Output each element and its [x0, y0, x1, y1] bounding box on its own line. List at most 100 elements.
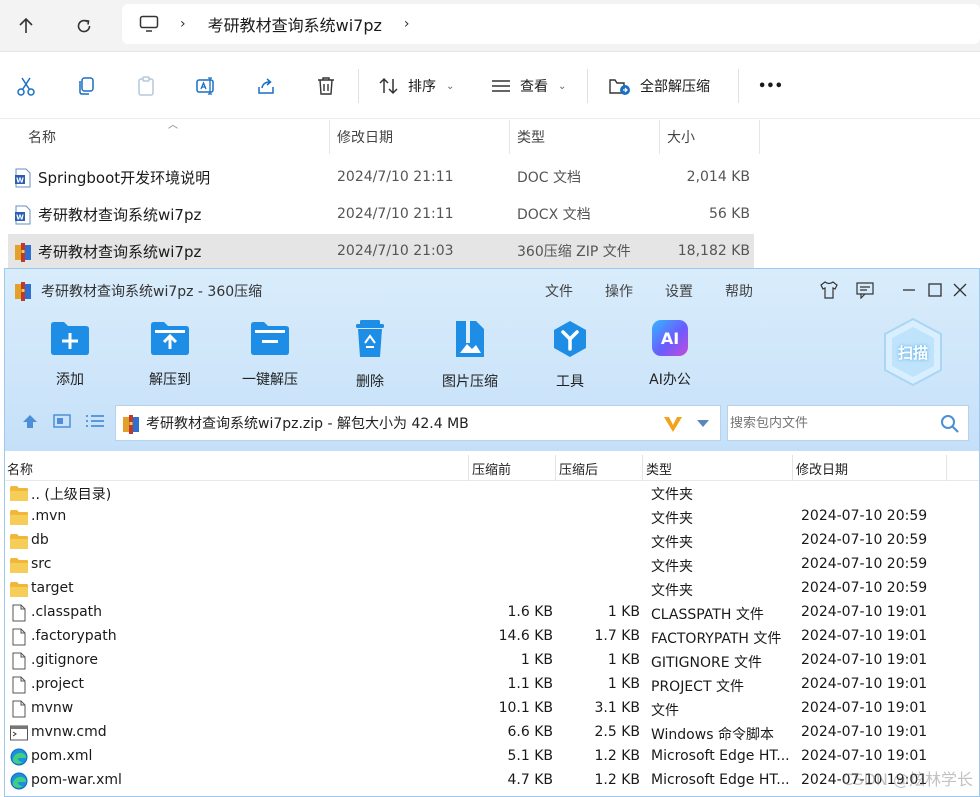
- file-icon: [9, 604, 29, 622]
- file-type: DOCX 文档: [517, 207, 591, 223]
- entry-type: 文件: [651, 703, 679, 719]
- column-header-after[interactable]: 压缩后: [559, 459, 598, 478]
- v-brand-icon[interactable]: [662, 414, 684, 434]
- view-button[interactable]: 查看 ⌄: [490, 71, 566, 101]
- column-divider[interactable]: [659, 120, 660, 154]
- skin-shirt-icon[interactable]: [818, 279, 840, 301]
- file-row-selected[interactable]: 考研教材查询系统wi7pz 2024/7/10 21:03 360压缩 ZIP …: [8, 234, 754, 268]
- archive-path-field[interactable]: 考研教材查询系统wi7pz.zip - 解包大小为 42.4 MB: [115, 405, 721, 441]
- entry-type: CLASSPATH 文件: [651, 607, 764, 623]
- column-divider[interactable]: [468, 455, 469, 481]
- archive-file-row[interactable]: pom.xml 5.1 KB 1.2 KB Microsoft Edge HT... 2…: [5, 745, 979, 769]
- toolbar-label: 删除: [356, 374, 384, 390]
- entry-type: 文件夹: [651, 535, 693, 551]
- menu-help[interactable]: 帮助: [725, 281, 753, 301]
- archive-folder-row[interactable]: src 文件夹 2024-07-10 20:59: [5, 553, 979, 577]
- thumbnail-view-icon[interactable]: [53, 413, 71, 433]
- entry-type: PROJECT 文件: [651, 679, 744, 695]
- archive-folder-row[interactable]: target 文件夹 2024-07-10 20:59: [5, 577, 979, 601]
- extract-to-button[interactable]: 解压到: [125, 319, 215, 389]
- column-header-type[interactable]: 类型: [517, 120, 545, 154]
- archive-file-row[interactable]: .project 1.1 KB 1 KB PROJECT 文件 2024-07-10 1…: [5, 673, 979, 697]
- archive-folder-row[interactable]: .. (上级目录) 文件夹: [5, 481, 979, 505]
- edge-icon: [9, 772, 29, 790]
- column-divider[interactable]: [792, 455, 793, 481]
- command-bar: 排序 ⌄ 查看 ⌄ 全部解压缩 •••: [0, 53, 980, 119]
- archive-file-row[interactable]: mvnw.cmd 6.6 KB 2.5 KB Windows 命令脚本 2024-07-…: [5, 721, 979, 745]
- column-divider[interactable]: [642, 455, 643, 481]
- sort-button[interactable]: 排序 ⌄: [378, 71, 454, 101]
- share-icon[interactable]: [253, 73, 279, 99]
- column-divider[interactable]: [329, 120, 330, 154]
- minimize-icon[interactable]: [898, 279, 920, 301]
- archive-folder-row[interactable]: db 文件夹 2024-07-10 20:59: [5, 529, 979, 553]
- address-bar[interactable]: › 考研教材查询系统wi7pz ›: [122, 4, 980, 44]
- ai-office-button[interactable]: AI AI办公: [625, 319, 715, 389]
- sort-label: 排序: [408, 79, 436, 95]
- divider: [738, 69, 739, 103]
- entry-size-before: 14.6 KB: [498, 628, 553, 644]
- menu-settings[interactable]: 设置: [665, 281, 693, 301]
- chevron-right-icon[interactable]: ›: [180, 16, 186, 32]
- toolbar-label: 一键解压: [242, 372, 298, 388]
- file-name: 考研教材查询系统wi7pz: [38, 205, 202, 224]
- column-divider[interactable]: [946, 455, 947, 481]
- column-header-modified[interactable]: 修改日期: [796, 459, 848, 478]
- monitor-icon: [138, 13, 160, 35]
- column-header-name[interactable]: 名称: [28, 120, 56, 154]
- entry-name: .project: [31, 676, 85, 692]
- up-level-icon[interactable]: [21, 413, 39, 433]
- image-compress-button[interactable]: 图片压缩: [425, 319, 515, 390]
- archive-file-row[interactable]: pom-war.xml 4.7 KB 1.2 KB Microsoft Edge HT…: [5, 769, 979, 793]
- column-divider[interactable]: [509, 120, 510, 154]
- paste-icon: [133, 73, 159, 99]
- extract-all-button[interactable]: 全部解压缩: [608, 71, 710, 101]
- cut-icon[interactable]: [13, 73, 39, 99]
- feedback-icon[interactable]: [854, 279, 876, 301]
- column-divider[interactable]: [759, 120, 760, 154]
- path-row: 考研教材查询系统wi7pz.zip - 解包大小为 42.4 MB: [5, 401, 979, 441]
- column-divider[interactable]: [555, 455, 556, 481]
- copy-icon[interactable]: [73, 73, 99, 99]
- rename-icon[interactable]: [193, 73, 219, 99]
- entry-size-after: 2.5 KB: [594, 724, 641, 740]
- column-header-type[interactable]: 类型: [646, 459, 672, 478]
- menu-operation[interactable]: 操作: [605, 281, 633, 301]
- column-header-size[interactable]: 大小: [667, 120, 695, 154]
- archive-file-row[interactable]: mvnw 10.1 KB 3.1 KB 文件 2024-07-10 19:01: [5, 697, 979, 721]
- tools-button[interactable]: 工具: [525, 319, 615, 390]
- breadcrumb[interactable]: 考研教材查询系统wi7pz: [208, 12, 382, 36]
- file-row[interactable]: W 考研教材查询系统wi7pz 2024/7/10 21:11 DOCX 文档 …: [8, 197, 754, 231]
- ai-badge: AI: [652, 320, 688, 356]
- chevron-right-icon[interactable]: ›: [404, 16, 410, 32]
- entry-name: src: [31, 556, 52, 572]
- refresh-icon[interactable]: [68, 10, 100, 42]
- file-row[interactable]: W Springboot开发环境说明 2024/7/10 21:11 DOC 文…: [8, 160, 754, 194]
- column-header-modified[interactable]: 修改日期: [337, 120, 393, 154]
- close-icon[interactable]: [949, 279, 971, 301]
- word-doc-icon: W: [15, 168, 31, 188]
- delete-icon[interactable]: [313, 73, 339, 99]
- delete-button[interactable]: 删除: [325, 319, 415, 390]
- search-input[interactable]: [730, 415, 930, 431]
- one-click-extract-button[interactable]: 一键解压: [225, 319, 315, 389]
- archive-file-row[interactable]: .factorypath 14.6 KB 1.7 KB FACTORYPATH 文件 2…: [5, 625, 979, 649]
- archive-file-row[interactable]: .classpath 1.6 KB 1 KB CLASSPATH 文件 2024-07-…: [5, 601, 979, 625]
- up-arrow-icon[interactable]: [10, 10, 42, 42]
- zip-archive-icon: [15, 243, 31, 262]
- entry-modified: 2024-07-10 19:01: [801, 700, 928, 716]
- list-view-icon[interactable]: [85, 413, 105, 433]
- archive-folder-row[interactable]: .mvn 文件夹 2024-07-10 20:59: [5, 505, 979, 529]
- column-header-before[interactable]: 压缩前: [472, 459, 511, 478]
- entry-size-before: 1 KB: [520, 652, 553, 668]
- menu-file[interactable]: 文件: [545, 281, 573, 301]
- maximize-icon[interactable]: [924, 279, 946, 301]
- search-icon[interactable]: [940, 414, 960, 434]
- column-header-name[interactable]: 名称: [7, 459, 33, 478]
- archive-file-row[interactable]: .gitignore 1 KB 1 KB GITIGNORE 文件 2024-07-10…: [5, 649, 979, 673]
- add-button[interactable]: 添加: [25, 319, 115, 389]
- entry-type: 文件夹: [651, 583, 693, 599]
- chevron-down-icon[interactable]: [696, 419, 710, 429]
- more-options-button[interactable]: •••: [758, 71, 783, 101]
- scan-button[interactable]: 扫描: [881, 317, 945, 387]
